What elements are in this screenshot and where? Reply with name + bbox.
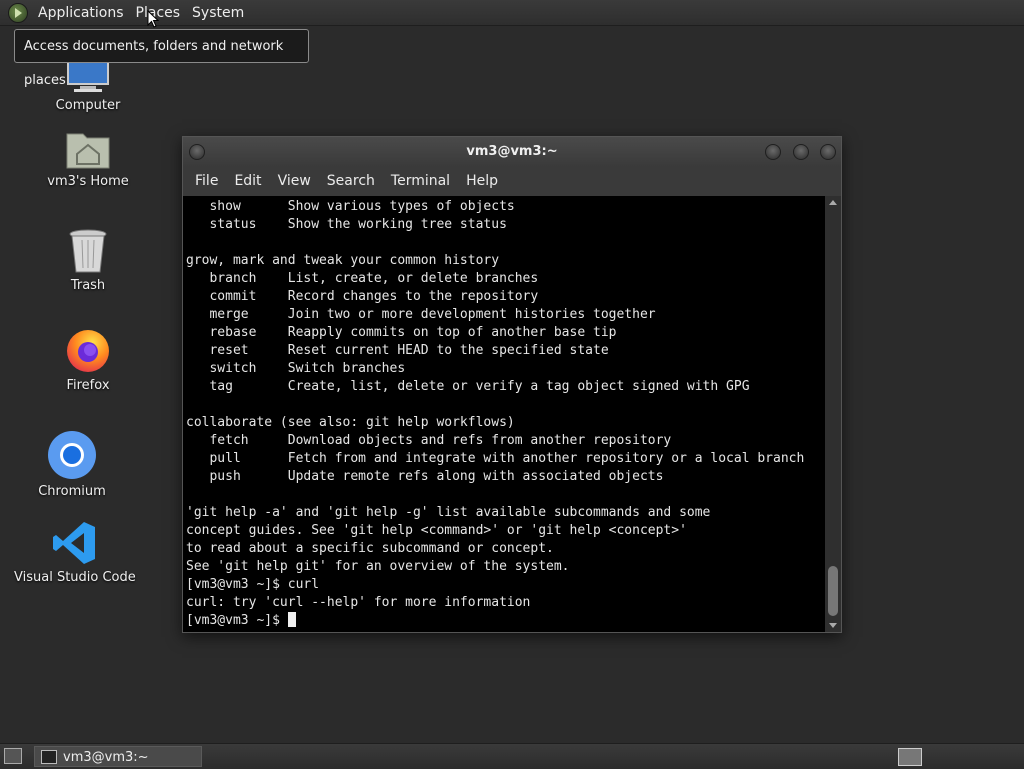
chromium-icon (48, 431, 96, 479)
terminal-line: grow, mark and tweak your common history (186, 253, 500, 268)
terminal-window[interactable]: vm3@vm3:~ File Edit View Search Terminal… (182, 136, 842, 633)
terminal-prompt-line[interactable]: [vm3@vm3 ~]$ (186, 612, 825, 630)
terminal-line: See 'git help git' for an overview of th… (186, 559, 570, 574)
terminal-icon (41, 750, 57, 764)
computer-icon (67, 59, 109, 92)
window-titlebar[interactable]: vm3@vm3:~ (183, 137, 841, 167)
distro-logo-icon[interactable] (8, 2, 28, 23)
terminal-menubar: File Edit View Search Terminal Help (183, 167, 841, 195)
menu-file[interactable]: File (187, 173, 226, 189)
desktop-icon-label: Computer (55, 98, 121, 113)
terminal-line: status Show the working tree status (186, 217, 507, 232)
minimize-button[interactable] (765, 144, 781, 160)
terminal-line: merge Join two or more development histo… (186, 307, 656, 322)
menu-edit[interactable]: Edit (226, 173, 269, 189)
terminal-prompt: [vm3@vm3 ~]$ (186, 613, 288, 628)
menu-terminal[interactable]: Terminal (383, 173, 458, 189)
window-title: vm3@vm3:~ (466, 144, 558, 159)
firefox-icon (67, 330, 109, 372)
terminal-line: fetch Download objects and refs from ano… (186, 433, 672, 448)
desktop-icon-chromium[interactable]: Chromium (32, 430, 112, 499)
terminal-line: concept guides. See 'git help <command>'… (186, 523, 687, 538)
trash-icon (69, 229, 107, 273)
menu-search[interactable]: Search (319, 173, 383, 189)
desktop-icon-firefox[interactable]: Firefox (48, 326, 128, 393)
terminal-line: branch List, create, or delete branches (186, 271, 539, 286)
terminal-line: push Update remote refs along with assoc… (186, 469, 664, 484)
terminal-output[interactable]: show Show various types of objects statu… (183, 196, 825, 632)
desktop-icon-label: Firefox (66, 378, 110, 393)
show-desktop-icon[interactable] (4, 748, 22, 764)
terminal-line: reset Reset current HEAD to the specifie… (186, 343, 609, 358)
vscode-icon (53, 522, 95, 564)
terminal-line: collaborate (see also: git help workflow… (186, 415, 515, 430)
desktop-icon-label: vm3's Home (47, 174, 129, 189)
menu-help[interactable]: Help (458, 173, 506, 189)
close-button[interactable] (820, 144, 836, 160)
terminal-line: to read about a specific subcommand or c… (186, 541, 554, 556)
terminal-line: pull Fetch from and integrate with anoth… (186, 451, 805, 466)
desktop-icon-label: Chromium (38, 484, 106, 499)
taskbar-window-label: vm3@vm3:~ (63, 750, 149, 765)
mouse-pointer-icon (147, 10, 159, 28)
terminal-line: commit Record changes to the repository (186, 289, 539, 304)
scrollbar-thumb[interactable] (828, 566, 838, 616)
scroll-down-arrow-icon[interactable] (829, 623, 837, 628)
places-tooltip: Access documents, folders and network pl… (14, 29, 309, 88)
menu-view[interactable]: View (270, 173, 319, 189)
maximize-button[interactable] (793, 144, 809, 160)
terminal-line: [vm3@vm3 ~]$ curl (186, 577, 320, 592)
taskbar-window-button[interactable]: vm3@vm3:~ (34, 746, 202, 767)
terminal-scrollbar[interactable] (825, 196, 841, 632)
terminal-line: show Show various types of objects (186, 199, 515, 214)
terminal-line: tag Create, list, delete or verify a tag… (186, 379, 750, 394)
desktop-icon-home[interactable]: vm3's Home (40, 128, 136, 189)
desktop-icon-label: Trash (70, 278, 106, 293)
terminal-line: 'git help -a' and 'git help -g' list ava… (186, 505, 711, 520)
terminal-line: curl: try 'curl --help' for more informa… (186, 595, 531, 610)
desktop-icon-trash[interactable]: Trash (48, 228, 128, 293)
desktop-icon-label: Visual Studio Code (14, 570, 136, 585)
menu-system[interactable]: System (186, 5, 250, 21)
desktop-icon-vscode[interactable]: Visual Studio Code (14, 520, 136, 585)
menu-applications[interactable]: Applications (32, 5, 130, 21)
scroll-up-arrow-icon[interactable] (829, 200, 837, 205)
terminal-line: rebase Reapply commits on top of another… (186, 325, 617, 340)
bottom-panel: vm3@vm3:~ (0, 743, 1024, 769)
text-cursor (287, 612, 296, 627)
workspace-switcher[interactable] (898, 748, 922, 766)
terminal-line: switch Switch branches (186, 361, 406, 376)
home-folder-icon (66, 133, 110, 169)
window-menu-button[interactable] (189, 144, 205, 160)
